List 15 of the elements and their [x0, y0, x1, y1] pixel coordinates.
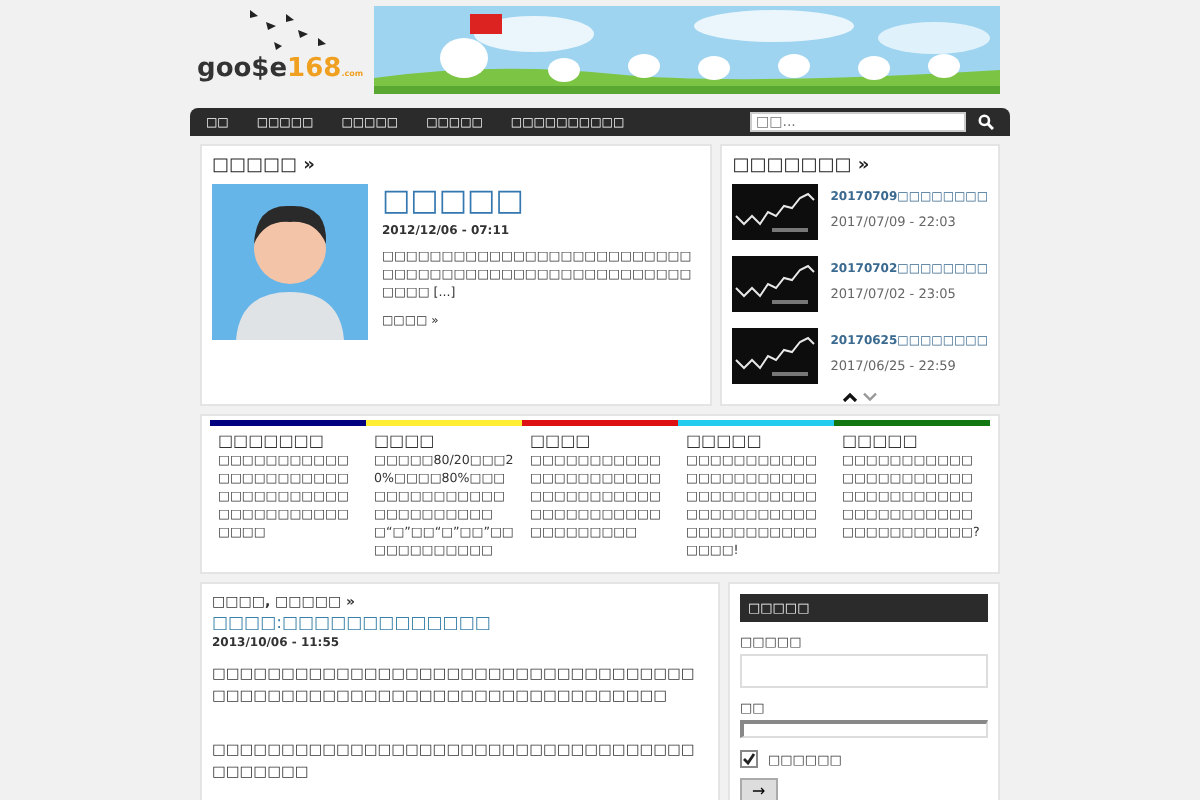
post-title[interactable]: □□□□:□□□□□□□□□□□□□	[212, 614, 708, 634]
column-title[interactable]: □□□□	[530, 432, 678, 450]
column-title[interactable]: □□□□□	[842, 432, 990, 450]
search-icon[interactable]	[978, 114, 994, 130]
chevron-up-icon[interactable]	[842, 392, 859, 402]
checkbox[interactable]	[740, 750, 758, 768]
section-heading: □□□□□ »	[212, 156, 317, 176]
section-heading: □□□□□□□ »	[732, 156, 872, 176]
post-title[interactable]: □□□□□	[382, 184, 524, 218]
column-title[interactable]: □□□□	[374, 432, 522, 450]
submit-button[interactable]: →	[740, 778, 778, 800]
avatar-icon	[212, 184, 368, 340]
input-field[interactable]	[740, 720, 988, 738]
column-title[interactable]: □□□□□	[686, 432, 834, 450]
column-title[interactable]: □□□□□□□	[218, 432, 366, 450]
